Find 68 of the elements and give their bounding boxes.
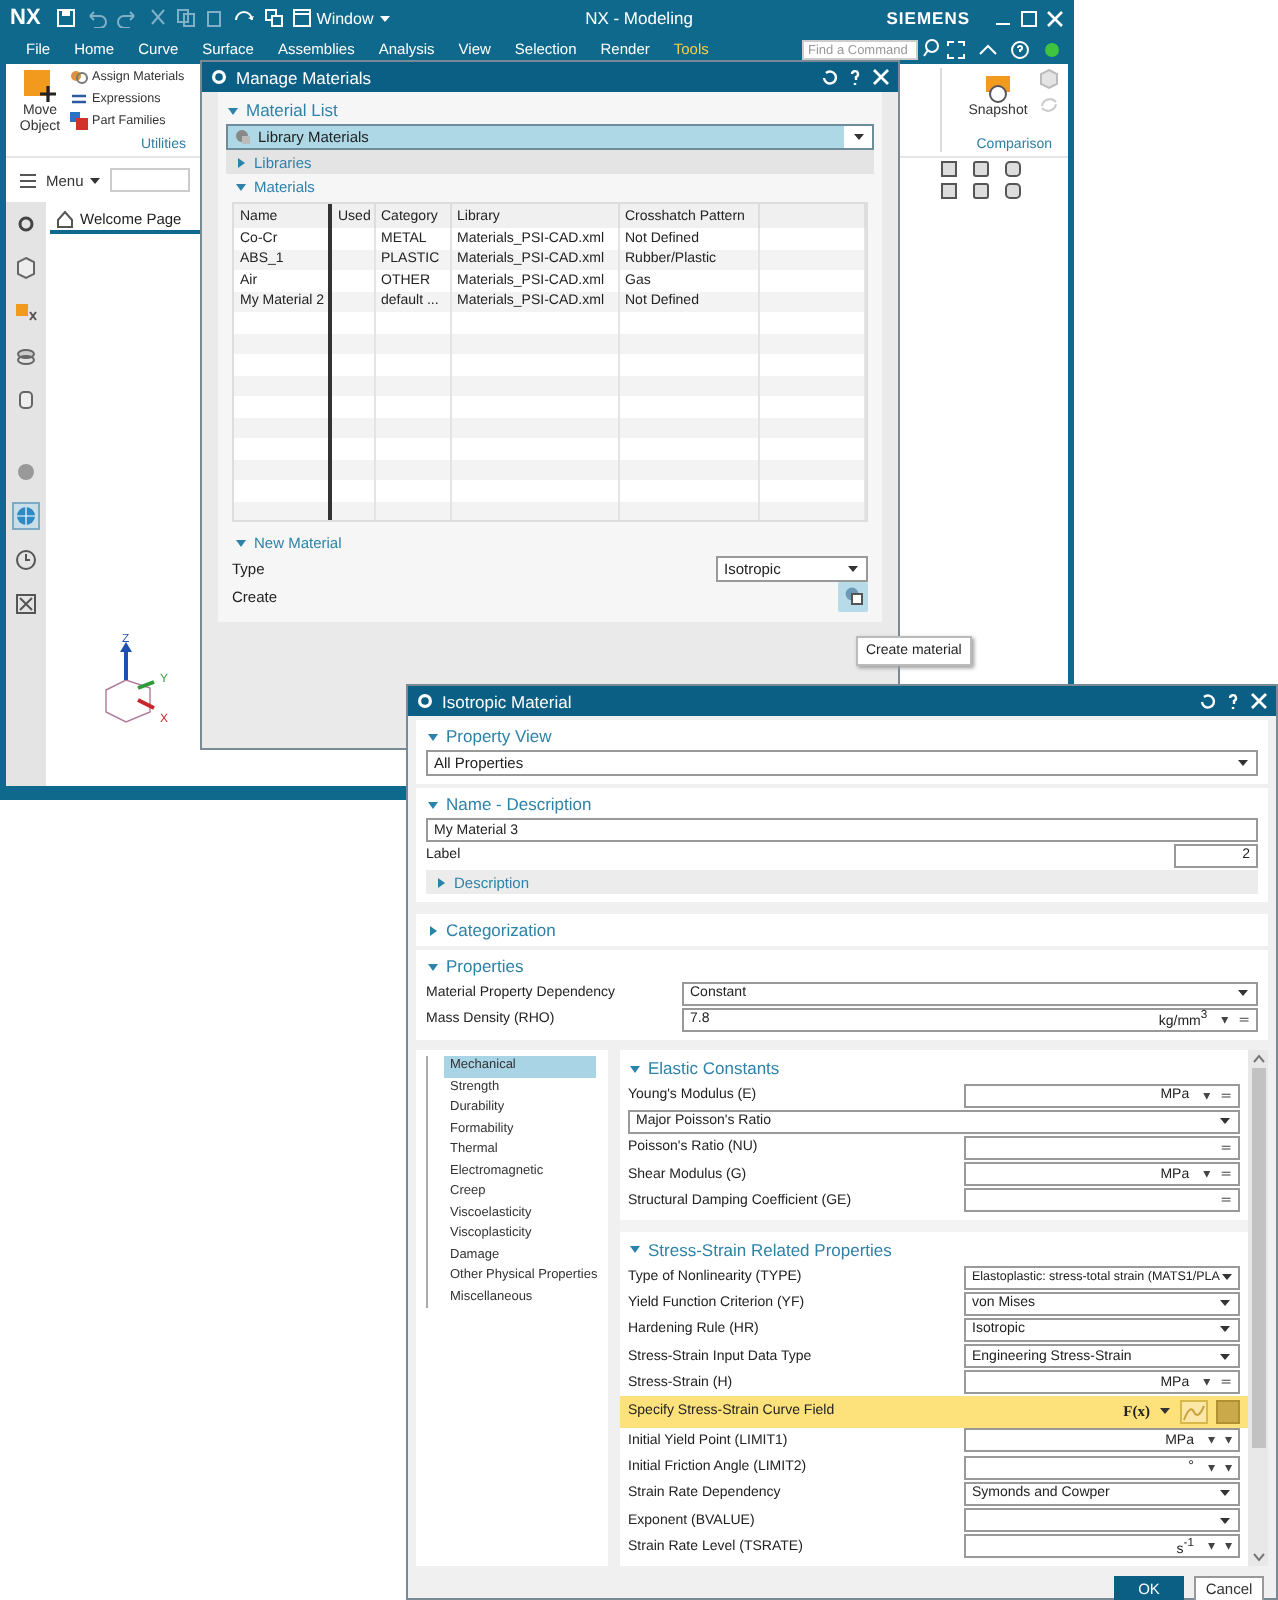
section-header[interactable]: Name - Description: [426, 790, 1258, 818]
axis-triad-drawing: [105, 642, 155, 723]
redo-icon[interactable]: [116, 8, 141, 28]
fullscreen-icon[interactable]: [946, 38, 966, 62]
equals-icon: [70, 90, 88, 108]
search-icon[interactable]: [922, 36, 940, 60]
caret-icon[interactable]: [852, 130, 866, 144]
caret-icon[interactable]: [1236, 986, 1250, 1000]
triangle-down-icon: [628, 1061, 642, 1075]
menu-icon[interactable]: [18, 171, 38, 189]
window-menu[interactable]: Window: [292, 8, 392, 28]
scrollbar-thumb[interactable]: [1251, 1068, 1265, 1448]
dialog-title: Manage Materials: [236, 67, 372, 87]
triangle-down-icon: [426, 797, 440, 811]
help-icon[interactable]: [1010, 38, 1030, 62]
triangle-down-icon: [234, 535, 248, 549]
triangle-down-icon: [426, 729, 440, 743]
caret-icon[interactable]: [87, 173, 102, 187]
section-header[interactable]: Elastic Constants: [628, 1054, 1240, 1082]
copy-icon[interactable]: [176, 8, 197, 28]
caret-icon[interactable]: [1218, 1114, 1232, 1129]
library-icon: [234, 128, 252, 146]
scroll-down-icon[interactable]: [1251, 1551, 1265, 1562]
status-dot-icon: [1042, 38, 1062, 62]
window-icon: [292, 8, 313, 28]
globe-icon[interactable]: [14, 504, 38, 528]
triangle-right-icon: [234, 155, 248, 169]
brand-name: SIEMENS: [886, 8, 971, 28]
caret-icon[interactable]: [1158, 1404, 1172, 1419]
triangle-right-icon: [434, 875, 448, 889]
triangle-down-icon: [226, 103, 240, 117]
section-header[interactable]: Stress-Strain Related Properties: [628, 1235, 1240, 1264]
triangle-down-icon: [234, 179, 248, 193]
triangle-down-icon: [628, 1242, 642, 1257]
reset-icon[interactable]: [1198, 692, 1216, 710]
new-material-icon: [843, 586, 863, 606]
clock-icon[interactable]: [14, 548, 38, 572]
maximize-icon[interactable]: [1020, 9, 1039, 27]
window-title: NX - Modeling: [585, 8, 693, 28]
section-header[interactable]: Property View: [426, 722, 1258, 750]
triangle-right-icon: [426, 923, 440, 937]
scroll-up-icon[interactable]: [1251, 1054, 1265, 1064]
help-icon[interactable]: [846, 68, 864, 86]
help-icon[interactable]: [1224, 692, 1242, 710]
caret-icon[interactable]: [846, 561, 860, 575]
cut-icon[interactable]: [148, 8, 169, 28]
dialog-title: Isotropic Material: [442, 691, 572, 711]
section-header[interactable]: Properties: [426, 952, 1258, 980]
part-families-icon: [70, 112, 88, 130]
move-object-icon: [22, 68, 58, 104]
triangle-down-icon: [426, 959, 440, 973]
close-icon[interactable]: [872, 68, 890, 86]
windows-icon[interactable]: [264, 8, 285, 28]
caret-icon[interactable]: [377, 11, 392, 25]
input-field[interactable]: [109, 168, 190, 192]
save-icon[interactable]: [56, 8, 77, 28]
create-material-button[interactable]: [838, 581, 868, 611]
caret-icon[interactable]: [1236, 756, 1250, 770]
scrollbar[interactable]: [1248, 1050, 1268, 1566]
undo-icon[interactable]: [84, 8, 109, 28]
assign-materials-icon: [70, 68, 88, 86]
section-header[interactable]: Material List: [226, 96, 874, 124]
close-icon[interactable]: [1250, 692, 1268, 710]
close-icon[interactable]: [1046, 9, 1065, 27]
home-icon: [56, 210, 74, 228]
app-logo: NX: [10, 6, 41, 30]
reset-icon[interactable]: [820, 68, 838, 86]
layers-icon[interactable]: [14, 344, 38, 368]
